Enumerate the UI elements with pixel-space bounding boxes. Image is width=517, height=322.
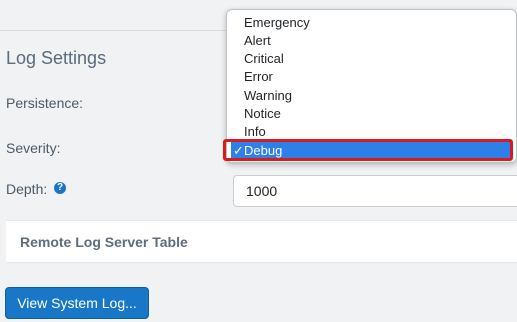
option-emergency[interactable]: Emergency (244, 14, 310, 31)
option-critical[interactable]: Critical (244, 50, 284, 67)
persistence-label: Persistence: (6, 95, 84, 111)
option-notice[interactable]: Notice (244, 105, 281, 122)
remote-log-server-panel[interactable]: Remote Log Server Table (6, 220, 517, 263)
option-error[interactable]: Error (244, 68, 273, 85)
remote-log-server-title: Remote Log Server Table (20, 234, 188, 250)
option-warning[interactable]: Warning (244, 87, 292, 104)
help-icon[interactable]: ? (54, 182, 66, 194)
section-title: Log Settings (6, 48, 107, 68)
option-alert[interactable]: Alert (244, 32, 271, 49)
view-system-log-button[interactable]: View System Log... (5, 287, 149, 319)
severity-label: Severity: (6, 140, 61, 156)
annotation-highlight-box (223, 139, 513, 161)
depth-input[interactable]: 1000 (233, 175, 517, 207)
depth-label: Depth: (6, 181, 48, 197)
option-info[interactable]: Info (244, 123, 266, 140)
